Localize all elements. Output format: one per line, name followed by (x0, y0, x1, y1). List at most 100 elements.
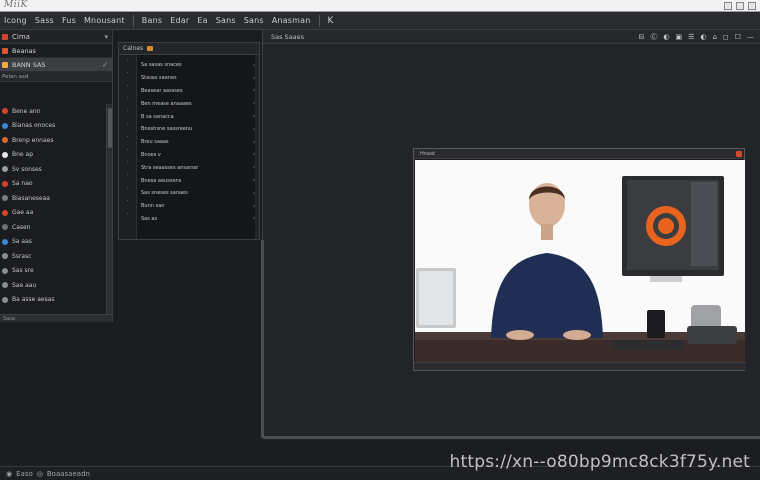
menu-item-7[interactable]: Ea (197, 16, 207, 25)
list-item[interactable]: Sas sneses sanaes › (141, 187, 255, 200)
status-label: Easo (16, 469, 33, 478)
tool-icon[interactable]: ◐ (663, 33, 669, 41)
video-window-footer (414, 362, 746, 370)
list-item-label: Bnesa aeussens (141, 177, 182, 184)
middle-panel-title: Calnes (123, 45, 144, 52)
list-item-label: Sas sneses sanaes (141, 190, 188, 197)
list-item[interactable]: Bnoes v › (141, 149, 255, 162)
tool-icon[interactable]: ⊟ (638, 33, 644, 41)
middle-panel-header[interactable]: Calnes (119, 43, 259, 55)
list-item[interactable]: Ssrasc (0, 249, 106, 264)
menu-item-3[interactable]: Fus (62, 16, 76, 25)
list-item[interactable]: Bnesa aeussens › (141, 174, 255, 187)
workspace-toolbar: Sas Saaes ⊟ Ⓒ ◐ ▣ ☰ ◐ ⌂ ◻ ☐ — (263, 30, 760, 44)
list-item-label: Gae aa (12, 209, 34, 217)
workspace-bottom-border (263, 436, 760, 439)
menu-item-2[interactable]: Sass (35, 16, 54, 25)
left-monitor-screen (419, 271, 453, 325)
list-item[interactable]: Sa nao (0, 177, 106, 192)
list-item-label: Casen (12, 223, 31, 231)
menu-item-4[interactable]: Mnousant (84, 16, 125, 25)
list-item[interactable]: Breu saaas › (141, 136, 255, 149)
list-item-label: Breu saaas (141, 139, 169, 146)
list-item[interactable]: Ben mease anaaaes › (141, 97, 255, 110)
menu-item-5[interactable]: Bans (142, 16, 162, 25)
item-icon (2, 137, 8, 144)
left-panel-scrollbar[interactable] (106, 104, 112, 314)
menu-item-10[interactable]: Anasman (272, 16, 311, 25)
list-item[interactable]: Brenp ennaes (0, 133, 106, 148)
video-frame (415, 160, 745, 370)
gutter-marker: · (126, 95, 129, 103)
left-panel-header[interactable]: Cima ▾ (0, 30, 112, 44)
k-icon[interactable]: K (328, 16, 334, 26)
list-item[interactable]: Stasas saenes › (141, 72, 255, 85)
item-icon (2, 122, 8, 129)
list-item[interactable]: Bne ap (0, 148, 106, 163)
list-item[interactable]: Bene ann (0, 104, 106, 119)
gutter-marker: · (126, 172, 129, 180)
left-panel: Cima ▾ Beanas BANN SAS ✓ Pelan asd Bene … (0, 30, 113, 322)
list-item[interactable]: Beasear aassses › (141, 85, 255, 98)
video-scene-illustration (415, 160, 745, 370)
list-item-label: Ben mease anaaaes (141, 100, 192, 107)
left-panel-row-selected[interactable]: BANN SAS ✓ (0, 58, 112, 72)
list-item[interactable]: Sa aas (0, 235, 106, 250)
list-item-label: Bne ap (12, 151, 34, 159)
list-item[interactable]: Sas as › (141, 213, 255, 226)
window-title-bar: MiiK (0, 0, 760, 12)
list-item[interactable]: Sa sasas snaces › (141, 59, 255, 72)
toolbar-icons: ⊟ Ⓒ ◐ ▣ ☰ ◐ ⌂ ◻ ☐ — (638, 32, 754, 42)
chevron-down-icon[interactable]: ▾ (104, 33, 108, 41)
list-item[interactable]: Casen (0, 220, 106, 235)
tool-icon[interactable]: ☐ (735, 33, 741, 41)
close-button[interactable] (748, 2, 756, 10)
menu-item-1[interactable]: Icong (4, 16, 27, 25)
scrollbar-thumb[interactable] (108, 108, 112, 148)
menu-item-6[interactable]: Edar (170, 16, 189, 25)
list-item[interactable]: Bunn san › (141, 200, 255, 213)
menu-separator (318, 14, 320, 27)
list-item-label: Sa aas (12, 238, 32, 246)
minimize-button[interactable] (724, 2, 732, 10)
video-preview-window[interactable]: Hnaat (413, 148, 746, 371)
menu-item-8[interactable]: Sans (216, 16, 236, 25)
tool-icon[interactable]: ◐ (700, 33, 706, 41)
list-item-label: Biasaneseaa (12, 194, 50, 202)
keyboard (611, 340, 683, 350)
tool-icon[interactable]: ⌂ (712, 33, 716, 41)
menu-item-9[interactable]: Sans (244, 16, 264, 25)
list-item-label: Bnoes v (141, 151, 161, 158)
person-hand (506, 330, 534, 340)
tool-icon[interactable]: ▣ (675, 33, 682, 41)
maximize-button[interactable] (736, 2, 744, 10)
middle-panel-scrollbar[interactable] (255, 55, 259, 239)
gutter-marker: · (126, 57, 129, 64)
tool-icon[interactable]: Ⓒ (650, 32, 657, 42)
list-item[interactable]: Biasaneseaa (0, 191, 106, 206)
list-item[interactable]: Bneshsne sassreenu › (141, 123, 255, 136)
tool-icon[interactable]: ☰ (688, 33, 694, 41)
list-item[interactable]: Bianas onoces (0, 119, 106, 134)
list-item[interactable]: Sas sre (0, 264, 106, 279)
list-item[interactable]: B sa sanacca › (141, 110, 255, 123)
list-item[interactable]: Sv sonses (0, 162, 106, 177)
gutter-marker: · (126, 82, 129, 90)
item-icon (2, 238, 8, 245)
left-panel-title: Cima (12, 32, 30, 41)
list-item[interactable]: Gae aa (0, 206, 106, 221)
list-item[interactable]: Sae aau (0, 278, 106, 293)
list-item[interactable]: Ba asse aesas (0, 293, 106, 308)
item-icon (2, 195, 8, 202)
item-icon (2, 224, 8, 231)
list-item-label: Bene ann (12, 107, 41, 115)
video-window-titlebar[interactable]: Hnaat (414, 149, 744, 159)
close-icon[interactable] (736, 150, 742, 157)
tool-icon[interactable]: — (747, 33, 754, 41)
list-item-label: Sas as (141, 215, 158, 222)
left-panel-row[interactable]: Beanas (0, 44, 112, 58)
mug (647, 310, 665, 338)
tool-icon[interactable]: ◻ (723, 33, 729, 41)
middle-panel-rows: Sa sasas snaces › Stasas saenes › Beasear … (141, 59, 255, 225)
list-item[interactable]: Stra seaasses ansarssr › (141, 161, 255, 174)
